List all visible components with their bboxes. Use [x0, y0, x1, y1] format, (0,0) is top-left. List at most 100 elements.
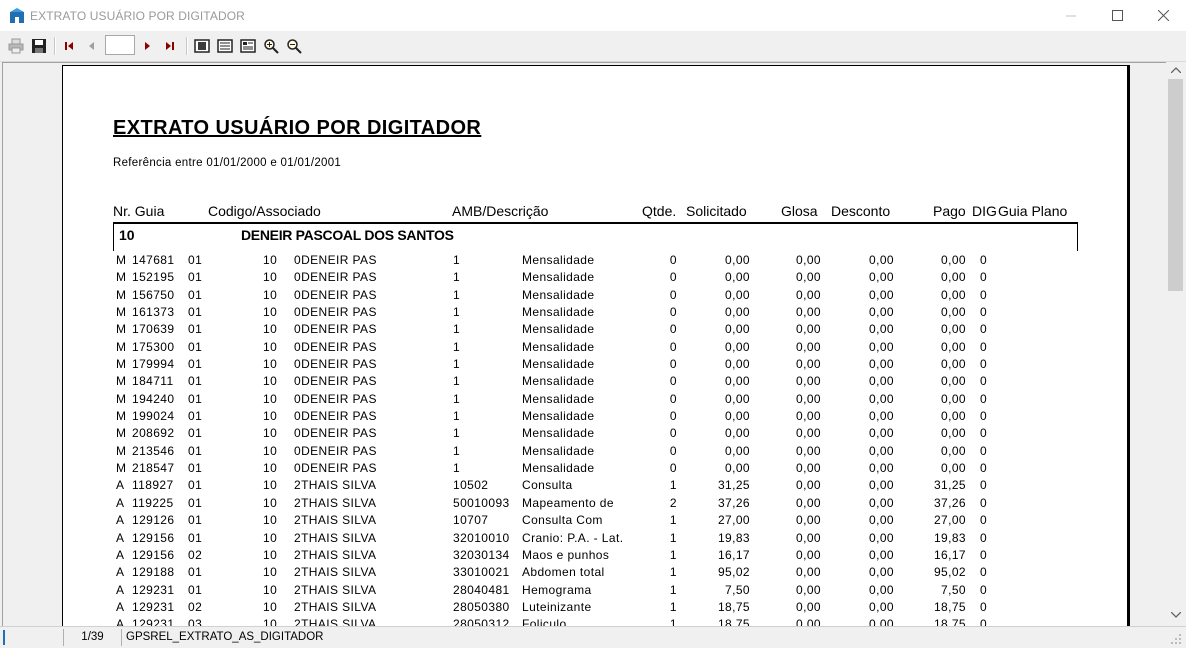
cell-desconto: 0,00 — [869, 513, 894, 528]
scroll-down-icon[interactable] — [1171, 612, 1181, 618]
cell-cod: 10 — [263, 443, 278, 458]
cell-guia: 218547 — [132, 461, 175, 476]
cell-assoc: 2THAIS SILVA — [294, 582, 377, 597]
cell-cod: 10 — [263, 305, 278, 320]
status-indicator — [3, 630, 5, 645]
cell-qtde: 0 — [669, 391, 677, 406]
title-bar: EXTRATO USUÁRIO POR DIGITADOR — [0, 0, 1186, 31]
cell-solicitado: 7,50 — [725, 582, 750, 597]
cell-qtde: 0 — [669, 357, 677, 372]
header-nr-guia: Nr. Guia — [113, 203, 165, 219]
table-row: M 161373 01 10 0DENEIR PAS 1 Mensalidade 0 0,00 0… — [63, 304, 1127, 321]
table-row: A 129231 03 10 2THAIS SILVA 28050312 Foliculo 1… — [63, 616, 1127, 626]
cell-solicitado: 0,00 — [725, 461, 750, 476]
cell-amb: 50010093 — [453, 495, 510, 510]
cell-dig: 0 — [980, 530, 988, 545]
cell-pago: 0,00 — [941, 426, 966, 441]
table-row: M 199024 01 10 0DENEIR PAS 1 Mensalidade 0 0,00 0… — [63, 408, 1127, 425]
cell-amb: 1 — [453, 409, 461, 424]
previous-page-button[interactable] — [82, 36, 102, 56]
cell-glosa: 0,00 — [796, 443, 821, 458]
whole-page-icon[interactable] — [192, 36, 212, 56]
cell-cod: 10 — [263, 339, 278, 354]
next-page-button[interactable] — [137, 36, 157, 56]
cell-desc: Mensalidade — [522, 374, 595, 389]
cell-dig: 0 — [980, 270, 988, 285]
table-row: M 147681 01 10 0DENEIR PAS 1 Mensalidade 0 0,00 0… — [63, 252, 1127, 269]
cell-cod: 10 — [263, 374, 278, 389]
cell-amb: 1 — [453, 443, 461, 458]
cell-assoc: 2THAIS SILVA — [294, 478, 377, 493]
cell-solicitado: 37,26 — [717, 495, 750, 510]
table-row: A 129231 02 10 2THAIS SILVA 28050380 Luteiniza… — [63, 599, 1127, 616]
cell-desc: Mensalidade — [522, 409, 595, 424]
cell-desconto: 0,00 — [869, 582, 894, 597]
cell-desconto: 0,00 — [869, 530, 894, 545]
cell-solicitado: 0,00 — [725, 409, 750, 424]
toolbar — [0, 31, 1186, 62]
resize-grip-icon[interactable] — [1170, 633, 1182, 645]
cell-seq: 01 — [188, 357, 203, 372]
cell-desc: Abdomen total — [522, 565, 605, 580]
minimize-button[interactable] — [1048, 0, 1094, 31]
maximize-button[interactable] — [1094, 0, 1140, 31]
cell-guia: 179994 — [132, 357, 175, 372]
cell-amb: 33010021 — [453, 565, 510, 580]
zoom-out-icon[interactable] — [284, 36, 304, 56]
cell-cod: 10 — [263, 530, 278, 545]
cell-assoc: 0DENEIR PAS — [294, 253, 377, 267]
cell-assoc: 2THAIS SILVA — [294, 513, 377, 528]
vertical-scrollbar[interactable] — [1166, 62, 1186, 625]
scroll-up-icon[interactable] — [1171, 67, 1181, 73]
scrollbar-thumb[interactable] — [1168, 79, 1183, 291]
cell-qtde: 2 — [669, 495, 677, 510]
first-page-button[interactable] — [59, 36, 79, 56]
cell-glosa: 0,00 — [796, 253, 821, 267]
cell-pago: 0,00 — [941, 305, 966, 320]
cell-pago: 0,00 — [941, 409, 966, 424]
cell-desc: Mensalidade — [522, 322, 595, 337]
cell-dig: 0 — [980, 287, 988, 302]
cell-guia: 175300 — [132, 339, 175, 354]
cell-pago: 27,00 — [933, 513, 966, 528]
cell-dig: 0 — [980, 409, 988, 424]
cell-glosa: 0,00 — [796, 374, 821, 389]
last-page-button[interactable] — [160, 36, 180, 56]
close-button[interactable] — [1140, 0, 1186, 31]
cell-glosa: 0,00 — [796, 478, 821, 493]
header-dig: DIG — [972, 203, 997, 219]
cell-dig: 0 — [980, 582, 988, 597]
cell-pago: 16,17 — [933, 547, 966, 562]
cell-glosa: 0,00 — [796, 391, 821, 406]
cell-solicitado: 19,83 — [717, 530, 750, 545]
cell-dig: 0 — [980, 565, 988, 580]
cell-solicitado: 0,00 — [725, 339, 750, 354]
cell-qtde: 0 — [669, 443, 677, 458]
cell-qtde: 1 — [669, 513, 677, 528]
page-number-input[interactable] — [105, 35, 135, 55]
toolbar-separator — [54, 37, 56, 55]
page-width-icon[interactable] — [215, 36, 235, 56]
cell-tipo: A — [116, 513, 125, 528]
cell-desc: Cranio: P.A. - Lat. — [522, 530, 624, 545]
report-viewport[interactable]: EXTRATO USUÁRIO POR DIGITADOR Referência… — [2, 62, 1166, 626]
actual-size-icon[interactable] — [238, 36, 258, 56]
cell-solicitado: 27,00 — [717, 513, 750, 528]
cell-glosa: 0,00 — [796, 582, 821, 597]
cell-amb: 32010010 — [453, 530, 510, 545]
cell-seq: 01 — [188, 374, 203, 389]
zoom-in-icon[interactable] — [261, 36, 281, 56]
cell-seq: 01 — [188, 495, 203, 510]
cell-amb: 1 — [453, 270, 461, 285]
cell-tipo: A — [116, 565, 125, 580]
print-button[interactable] — [6, 36, 26, 56]
cell-guia: 129231 — [132, 582, 175, 597]
cell-assoc: 2THAIS SILVA — [294, 565, 377, 580]
save-button[interactable] — [29, 36, 49, 56]
cell-seq: 01 — [188, 582, 203, 597]
cell-guia: 156750 — [132, 287, 175, 302]
cell-desc: Mapeamento de — [522, 495, 614, 510]
cell-cod: 10 — [263, 547, 278, 562]
cell-seq: 01 — [188, 287, 203, 302]
cell-solicitado: 0,00 — [725, 443, 750, 458]
